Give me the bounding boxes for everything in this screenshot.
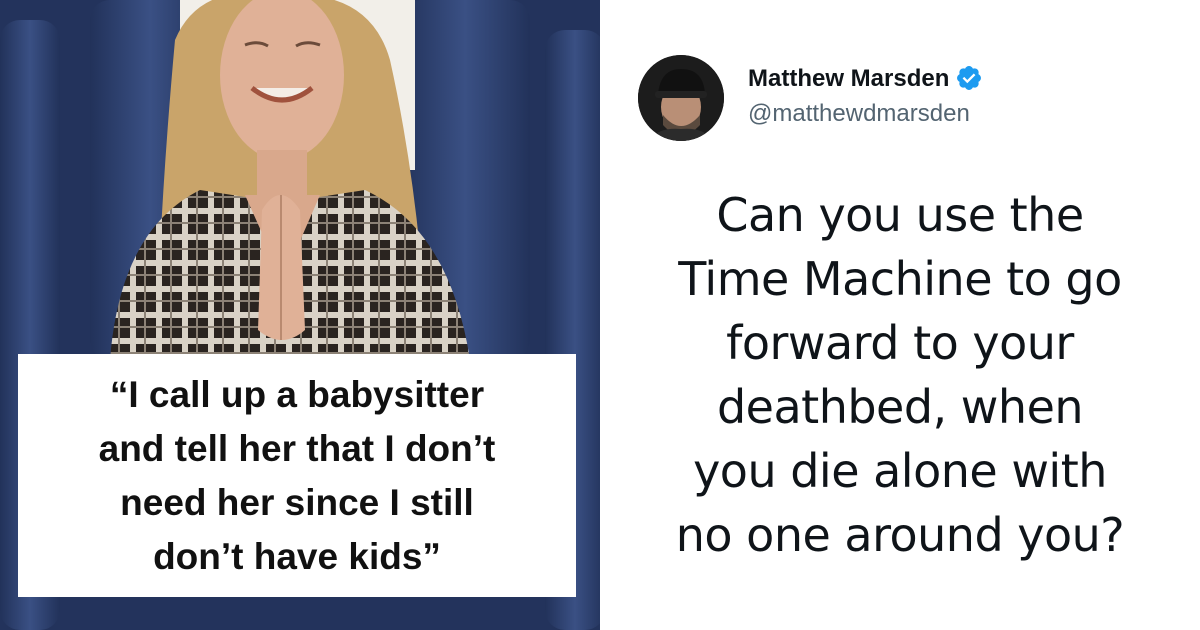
photo-panel: “I call up a babysitter and tell her tha… bbox=[0, 0, 600, 630]
avatar[interactable] bbox=[638, 55, 724, 141]
author-name-text: Matthew Marsden bbox=[748, 65, 950, 92]
author-handle[interactable]: @matthewdmarsden bbox=[748, 100, 970, 128]
avatar-image bbox=[638, 55, 724, 141]
tweet-text: Can you use the Time Machine to go forwa… bbox=[675, 188, 1125, 562]
tweet-card: Matthew Marsden @matthewdmarsden Can you… bbox=[600, 0, 1200, 630]
verified-badge-icon bbox=[957, 66, 982, 90]
quote-text: “I call up a babysitter and tell her tha… bbox=[98, 373, 496, 577]
author-name[interactable]: Matthew Marsden bbox=[748, 64, 983, 93]
quote-box: “I call up a babysitter and tell her tha… bbox=[18, 354, 576, 597]
